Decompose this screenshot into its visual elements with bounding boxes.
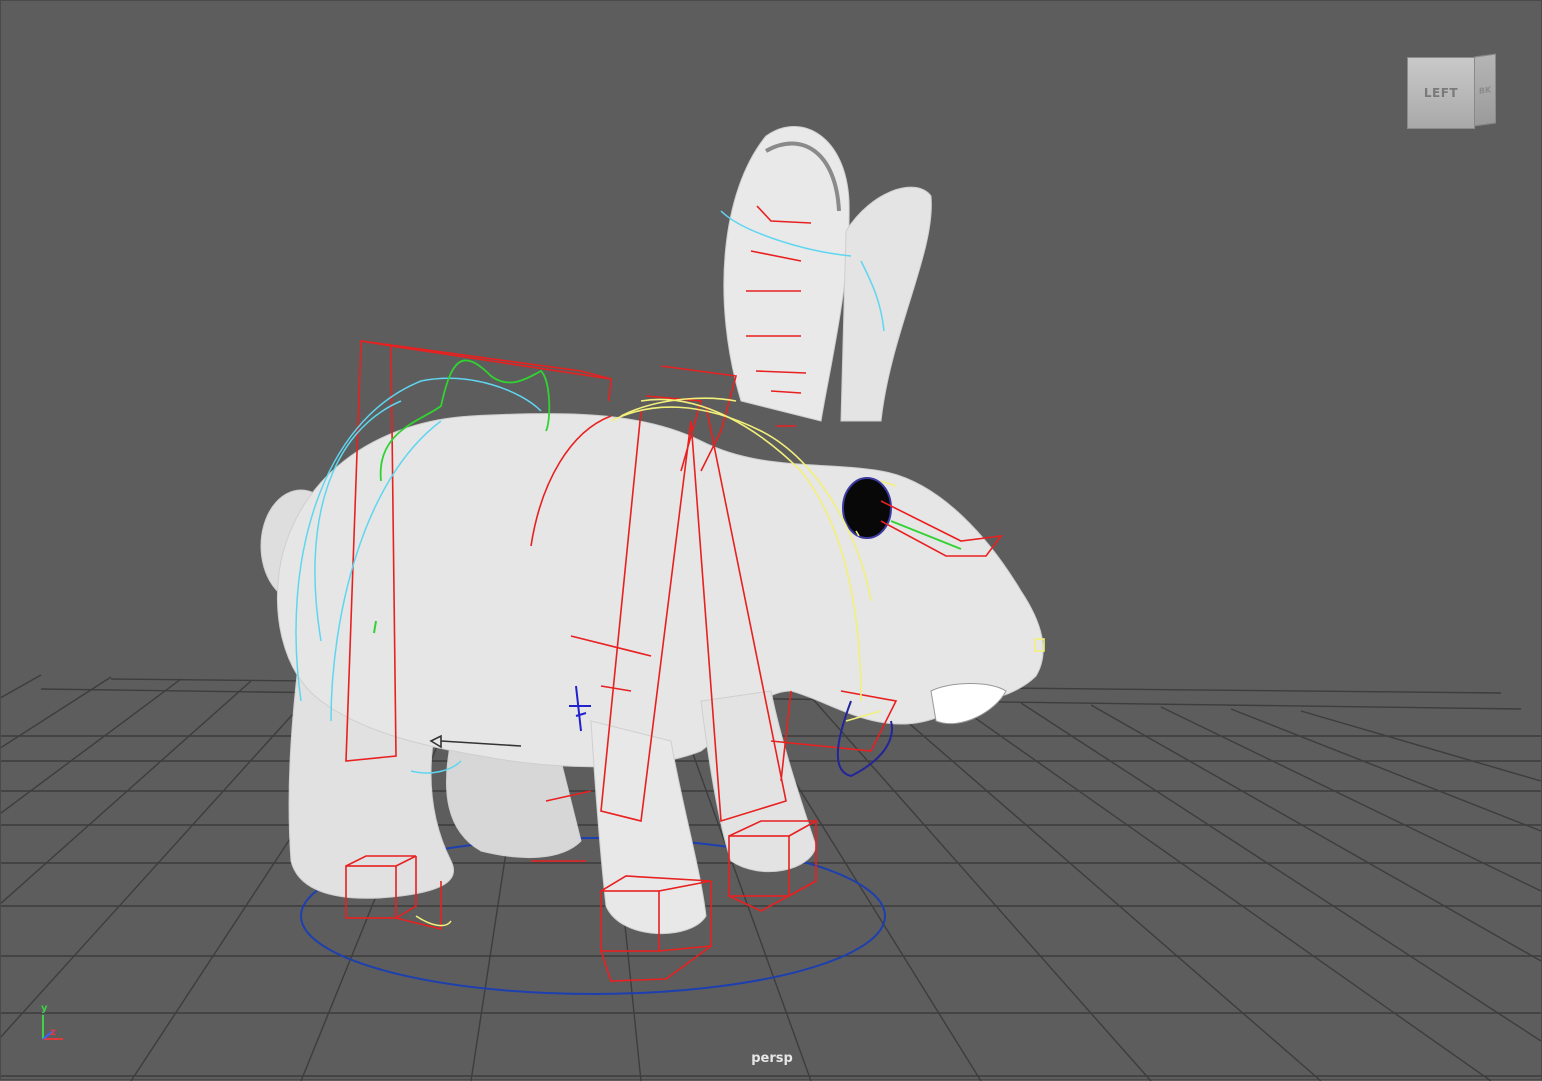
- perspective-viewport[interactable]: LEFT BK y z persp: [0, 0, 1542, 1081]
- axis-y-label: y: [41, 1003, 48, 1014]
- axis-gizmo-icon: [42, 1015, 63, 1040]
- view-cube-left-face[interactable]: LEFT: [1407, 57, 1475, 129]
- view-cube[interactable]: LEFT BK: [1405, 53, 1497, 129]
- viewport-scene[interactable]: [1, 1, 1542, 1081]
- rabbit-mesh[interactable]: [260, 126, 1044, 935]
- axis-z-label: z: [50, 1027, 56, 1038]
- view-cube-back-face[interactable]: BK: [1474, 53, 1496, 127]
- rabbit-eye: [842, 477, 892, 539]
- camera-label: persp: [751, 1051, 793, 1066]
- axis-gizmo: y z: [31, 1003, 75, 1045]
